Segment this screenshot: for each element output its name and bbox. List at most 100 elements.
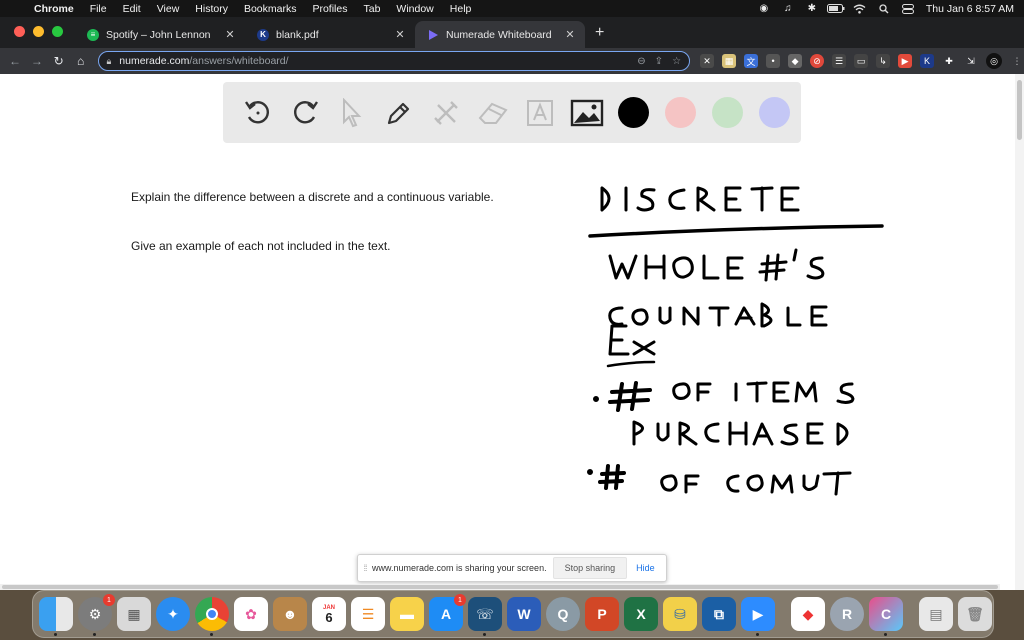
home-button[interactable]: ⌂ — [70, 54, 92, 68]
menu-view[interactable]: View — [149, 3, 188, 15]
vertical-scroll-thumb[interactable] — [1017, 80, 1022, 140]
text-icon[interactable] — [516, 89, 563, 136]
reload-button[interactable]: ↻ — [48, 54, 70, 68]
extension-video-icon[interactable]: ▶ — [898, 54, 913, 68]
control-center-icon[interactable] — [899, 3, 917, 14]
extension-x-icon[interactable]: ✕ — [700, 54, 715, 68]
music-icon[interactable]: ♫ — [779, 3, 797, 14]
menu-profiles[interactable]: Profiles — [304, 3, 355, 15]
menu-app-name[interactable]: Chrome — [26, 3, 82, 15]
chrome-icon[interactable] — [195, 597, 229, 636]
tab-numerade-whiteboard[interactable]: Numerade Whiteboard ✕ — [415, 21, 585, 48]
system-preferences-icon[interactable]: ⚙ 1 — [78, 594, 115, 636]
extension-kami-icon[interactable]: K — [920, 54, 935, 68]
menu-file[interactable]: File — [82, 3, 115, 15]
color-green-swatch[interactable] — [712, 97, 743, 128]
prism-icon[interactable]: ◆ — [791, 597, 825, 631]
menu-bookmarks[interactable]: Bookmarks — [236, 3, 305, 15]
webex-icon[interactable]: ☏ — [468, 597, 502, 636]
zoom-app-icon[interactable]: ▶ — [741, 597, 775, 636]
pen-icon[interactable] — [375, 89, 422, 136]
quicktime-icon[interactable]: Q — [546, 597, 580, 631]
extensions-puzzle-icon[interactable]: ✚ — [942, 54, 956, 68]
tab-spotify[interactable]: ≡ Spotify – John Lennon ✕ — [75, 21, 245, 48]
calendar-icon[interactable]: JAN 6 — [312, 597, 346, 631]
share-icon[interactable]: ⇪ — [655, 56, 663, 67]
chrome-menu-icon[interactable]: ⋮ — [1010, 54, 1024, 68]
browser-toolbar: ← → ↻ ⌂ 🔒︎ numerade.com/answers/whiteboa… — [0, 48, 1024, 74]
color-blue-swatch[interactable] — [759, 97, 790, 128]
tab-blank-pdf[interactable]: K blank.pdf ✕ — [245, 21, 415, 48]
address-url[interactable]: numerade.com/answers/whiteboard/ — [119, 55, 628, 67]
powerpoint-icon[interactable]: P — [585, 597, 619, 631]
calendar-day: 6 — [325, 609, 333, 625]
vertical-scrollbar[interactable] — [1015, 74, 1024, 590]
app-store-icon[interactable]: A1 — [429, 594, 466, 631]
trash-icon[interactable]: 🗑︎ — [958, 597, 992, 631]
contacts-icon[interactable]: ☻ — [273, 597, 307, 631]
redo-icon[interactable] — [281, 89, 328, 136]
handwritten-notes[interactable] — [560, 170, 920, 530]
launchpad-icon[interactable]: ▦ — [117, 597, 151, 631]
python-icon[interactable]: ⛁ — [663, 597, 697, 631]
extension-translate-icon[interactable]: 文 — [744, 54, 759, 68]
battery-icon[interactable] — [826, 3, 845, 14]
hide-button[interactable]: Hide — [636, 563, 655, 573]
finder-icon[interactable] — [39, 597, 73, 636]
screen-sharing-message: www.numerade.com is sharing your screen. — [372, 563, 547, 573]
menu-bar-clock[interactable]: Thu Jan 6 8:57 AM — [926, 3, 1014, 15]
extension-arrow-icon[interactable]: ↳ — [876, 54, 891, 68]
close-tab-icon[interactable]: ✕ — [223, 28, 237, 41]
stop-sharing-button[interactable]: Stop sharing — [552, 557, 628, 579]
menu-help[interactable]: Help — [442, 3, 480, 15]
drag-handle-icon[interactable]: ⁞⁞ — [358, 563, 372, 573]
profile-avatar[interactable]: ◎ — [986, 53, 1003, 69]
new-tab-button[interactable]: + — [585, 24, 614, 48]
bookmark-star-icon[interactable]: ☆ — [672, 56, 681, 67]
word-icon[interactable]: W — [507, 597, 541, 631]
pointer-icon[interactable] — [328, 89, 375, 136]
notes-icon[interactable]: ▬ — [390, 597, 424, 631]
tools-icon[interactable] — [422, 89, 469, 136]
menu-edit[interactable]: Edit — [115, 3, 149, 15]
menu-history[interactable]: History — [187, 3, 236, 15]
bluetooth-icon[interactable]: ✱ — [803, 3, 821, 14]
record-icon[interactable]: ◉ — [755, 3, 773, 14]
menu-tab[interactable]: Tab — [355, 3, 388, 15]
safari-icon[interactable]: ✦ — [156, 597, 190, 631]
zoom-icon[interactable]: ⊖ — [637, 56, 645, 67]
menu-window[interactable]: Window — [388, 3, 441, 15]
extension-note-icon[interactable]: ▦ — [722, 54, 737, 68]
wifi-icon[interactable] — [851, 3, 869, 14]
image-icon[interactable] — [563, 89, 610, 136]
excel-icon[interactable]: X — [624, 597, 658, 631]
reminders-icon[interactable]: ☰ — [351, 597, 385, 631]
color-black-swatch[interactable] — [618, 97, 649, 128]
extension-list-icon[interactable]: ☰ — [832, 54, 847, 68]
close-tab-icon[interactable]: ✕ — [393, 28, 407, 41]
extension-pip-icon[interactable]: ▭ — [854, 54, 869, 68]
extension-pin-icon[interactable]: ⇲ — [964, 54, 978, 68]
minimize-window-button[interactable] — [33, 26, 44, 37]
extension-dot-icon[interactable]: • — [766, 54, 781, 68]
address-bar[interactable]: 🔒︎ numerade.com/answers/whiteboard/ ⊖ ⇪ … — [97, 51, 691, 71]
extension-block-icon[interactable]: ⊘ — [810, 54, 825, 68]
back-button[interactable]: ← — [4, 54, 26, 68]
extension-shield-icon[interactable]: ◆ — [788, 54, 803, 68]
eraser-icon[interactable] — [469, 89, 516, 136]
color-red-swatch[interactable] — [665, 97, 696, 128]
photos-icon[interactable]: ✿ — [234, 597, 268, 631]
close-window-button[interactable] — [14, 26, 25, 37]
close-tab-icon[interactable]: ✕ — [563, 28, 577, 41]
remote-desktop-icon[interactable]: ⧉ — [702, 597, 736, 631]
undo-icon[interactable] — [234, 89, 281, 136]
forward-button[interactable]: → — [26, 54, 48, 68]
zoom-window-button[interactable] — [52, 26, 63, 37]
downloads-stack-icon[interactable]: ▤ — [919, 597, 953, 631]
r-app-icon[interactable]: R — [830, 597, 864, 631]
tab-title: Spotify – John Lennon — [106, 28, 211, 41]
color-picker-icon[interactable]: C — [869, 597, 903, 636]
spotlight-search-icon[interactable] — [875, 3, 893, 14]
horizontal-scroll-thumb[interactable] — [2, 585, 998, 589]
lock-icon[interactable]: 🔒︎ — [107, 56, 112, 67]
